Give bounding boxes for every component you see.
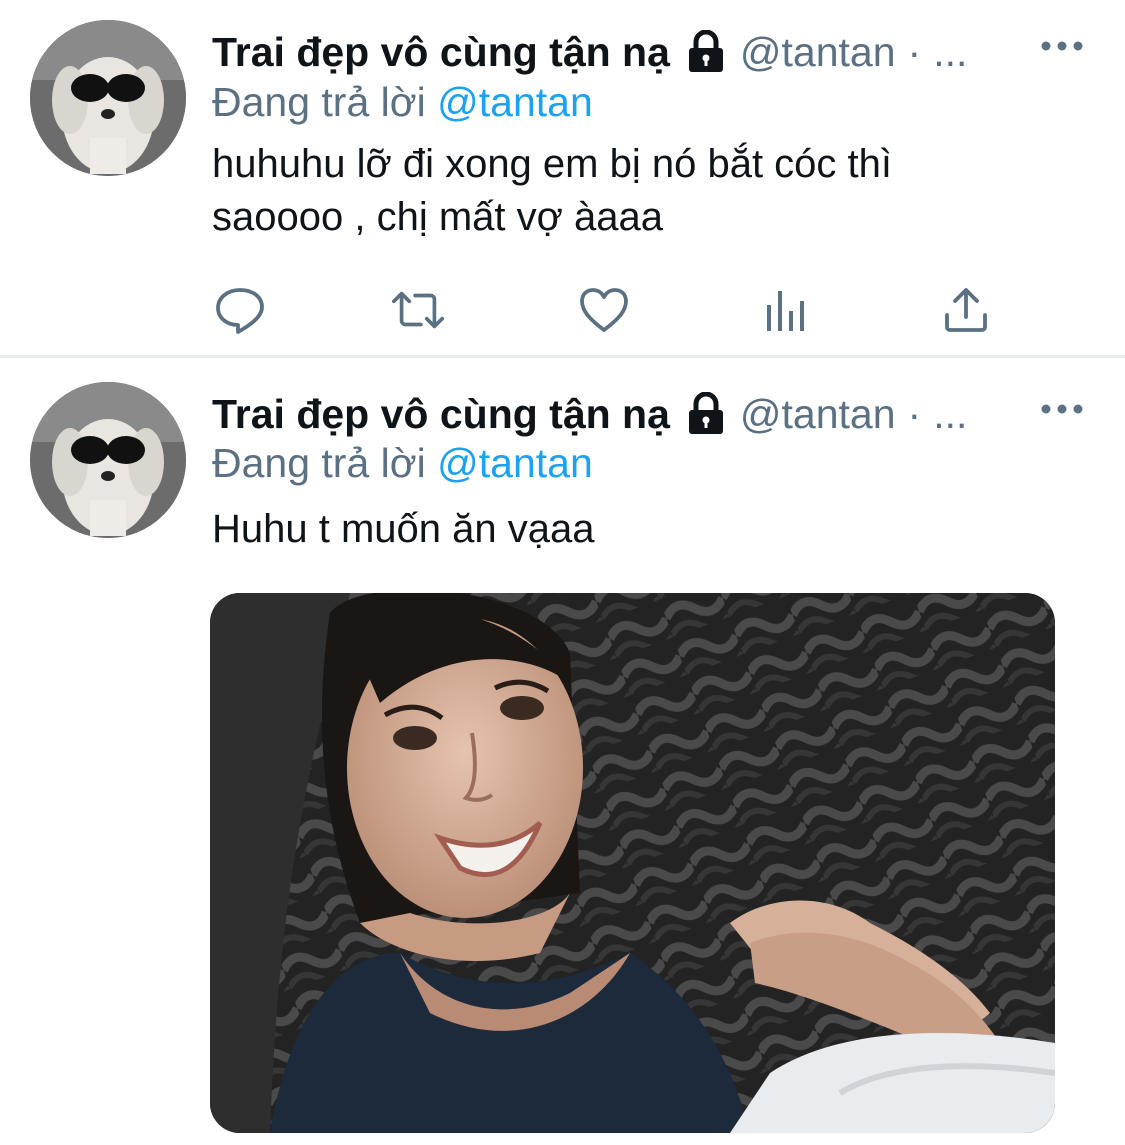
reply-prefix: Đang trả lời <box>212 79 426 125</box>
tweet-media-photo[interactable] <box>210 593 1055 1133</box>
tweet-1[interactable]: Trai đẹp vô cùng tận nạ @tantan · ... Đa… <box>0 0 1125 357</box>
separator: · <box>907 391 922 437</box>
tweet-header: Trai đẹp vô cùng tận nạ @tantan · ... <box>212 24 967 80</box>
analytics-icon[interactable] <box>758 282 814 338</box>
separator: · <box>907 29 922 75</box>
more-icon[interactable] <box>1040 36 1084 56</box>
tweet-text: Huhu t muốn ăn vạaa <box>212 503 1072 556</box>
more-icon[interactable] <box>1040 399 1084 419</box>
reply-context: Đang trả lời @tantan <box>212 435 593 491</box>
handle[interactable]: @tantan <box>740 24 896 80</box>
tweet-2[interactable]: Trai đẹp vô cùng tận nạ @tantan · ... Đa… <box>0 359 1125 1145</box>
display-name[interactable]: Trai đẹp vô cùng tận nạ <box>212 24 670 80</box>
tweet-actions <box>212 282 1002 338</box>
tweet-text: huhuhu lỡ đi xong em bị nó bắt cóc thì s… <box>212 138 1072 244</box>
reply-context: Đang trả lời @tantan <box>212 74 593 130</box>
display-name[interactable]: Trai đẹp vô cùng tận nạ <box>212 386 670 442</box>
lock-icon <box>686 391 726 436</box>
tweet-text-line: Huhu t muốn ăn vạaa <box>212 507 595 551</box>
tweet-text-line: saoooo , chị mất vợ àaaa <box>212 195 663 239</box>
truncation: ... <box>933 391 968 437</box>
like-icon[interactable] <box>576 282 632 338</box>
reply-icon[interactable] <box>212 282 268 338</box>
tweet-header: Trai đẹp vô cùng tận nạ @tantan · ... <box>212 386 967 442</box>
reply-prefix: Đang trả lời <box>212 440 426 486</box>
truncation: ... <box>933 29 968 75</box>
reply-mention[interactable]: @tantan <box>437 440 593 486</box>
avatar[interactable] <box>30 382 186 538</box>
share-icon[interactable] <box>938 282 994 338</box>
tweet-text-line: huhuhu lỡ đi xong em bị nó bắt cóc thì <box>212 142 892 186</box>
divider <box>0 355 1125 358</box>
handle[interactable]: @tantan <box>740 386 896 442</box>
retweet-icon[interactable] <box>390 282 446 338</box>
avatar[interactable] <box>30 20 186 176</box>
lock-icon <box>686 29 726 74</box>
reply-mention[interactable]: @tantan <box>437 79 593 125</box>
